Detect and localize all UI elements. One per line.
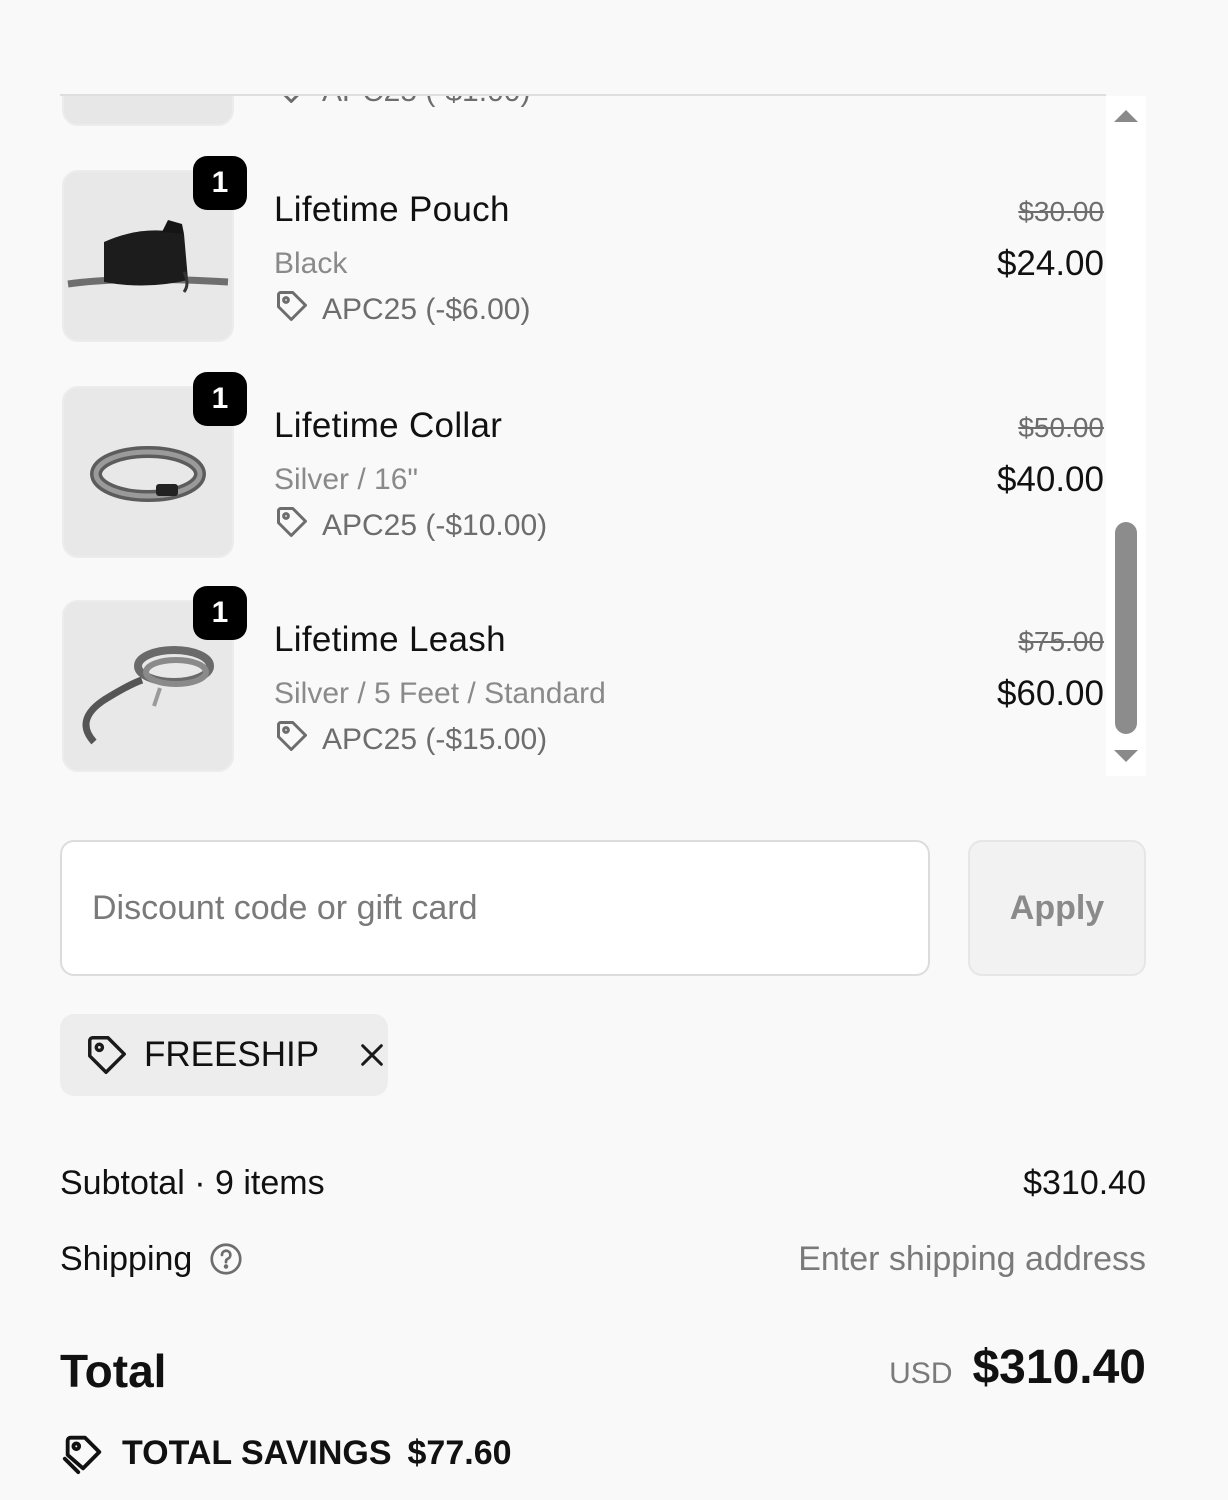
subtotal-row: Subtotal · 9 items $310.40 bbox=[60, 1158, 1146, 1208]
scrollbar-thumb[interactable] bbox=[1115, 522, 1137, 734]
item-name: Lifetime Pouch bbox=[274, 190, 510, 229]
item-price: $24.00 bbox=[996, 244, 1104, 283]
close-icon bbox=[360, 1044, 383, 1066]
total-label: Total bbox=[60, 1345, 167, 1397]
applied-code-label: FREESHIP bbox=[144, 1035, 320, 1074]
total-value-group: USD $310.40 bbox=[889, 1340, 1146, 1395]
subtotal-value: $310.40 bbox=[1023, 1163, 1146, 1202]
cart-item: 1 Lifetime Leash Silver / 5 Feet / Stand… bbox=[0, 586, 1228, 790]
cart-item: 1 Lifetime Collar Silver / 16" APC25 (-$… bbox=[0, 372, 1228, 586]
divider bbox=[60, 94, 1106, 96]
quantity-badge: 1 bbox=[193, 586, 247, 640]
subtotal-label: Subtotal · 9 items bbox=[60, 1163, 325, 1202]
item-discount: APC25 (-$10.00) bbox=[274, 506, 547, 546]
quantity-badge: 1 bbox=[193, 372, 247, 426]
currency-code: USD bbox=[889, 1357, 953, 1390]
total-value: $310.40 bbox=[972, 1341, 1146, 1394]
original-price: $75.00 bbox=[1018, 626, 1104, 657]
apply-button[interactable]: Apply bbox=[968, 840, 1146, 976]
item-price: $60.00 bbox=[996, 674, 1104, 713]
item-discount-label: APC25 (-$15.00) bbox=[322, 723, 548, 756]
item-discount: APC25 (-$6.00) bbox=[274, 290, 530, 330]
scrollbar[interactable] bbox=[1106, 96, 1146, 776]
scroll-clip bbox=[0, 0, 1228, 96]
item-price: $40.00 bbox=[996, 460, 1104, 499]
item-variant: Silver / 5 Feet / Standard bbox=[274, 677, 606, 710]
item-name: Lifetime Collar bbox=[274, 406, 503, 445]
discount-code-input[interactable] bbox=[60, 840, 930, 976]
shipping-row: Shipping Enter shipping address bbox=[60, 1234, 1146, 1284]
original-price: $30.00 bbox=[1018, 196, 1104, 227]
tag-icon bbox=[84, 1032, 130, 1078]
cart-items-list[interactable]: APC25 (-$1.00) 1 Lifetime Pouch Black bbox=[0, 0, 1228, 790]
savings-value: $77.60 bbox=[407, 1433, 512, 1472]
shipping-label: Shipping bbox=[60, 1239, 193, 1278]
applied-discount-chip: FREESHIP bbox=[60, 1014, 388, 1096]
quantity-badge: 1 bbox=[193, 156, 247, 210]
tag-icon bbox=[274, 718, 310, 762]
scroll-up-arrow-icon[interactable] bbox=[1114, 110, 1138, 122]
shipping-value: Enter shipping address bbox=[798, 1239, 1146, 1278]
tag-icon bbox=[274, 288, 310, 332]
remove-code-button[interactable] bbox=[355, 1035, 388, 1075]
tag-icon bbox=[274, 504, 310, 548]
savings-label: TOTAL SAVINGS bbox=[122, 1433, 392, 1472]
savings-tag-icon bbox=[60, 1430, 106, 1476]
item-variant: Black bbox=[274, 247, 348, 280]
total-savings: TOTAL SAVINGS $77.60 bbox=[60, 1428, 512, 1478]
item-variant: Silver / 16" bbox=[274, 463, 419, 496]
scroll-down-arrow-icon[interactable] bbox=[1114, 750, 1138, 762]
item-discount-label: APC25 (-$6.00) bbox=[322, 293, 531, 326]
item-name: Lifetime Leash bbox=[274, 620, 506, 659]
original-price: $50.00 bbox=[1018, 412, 1104, 443]
cart-item: 1 Lifetime Pouch Black APC25 (-$6.00) $3… bbox=[0, 156, 1228, 370]
item-discount-label: APC25 (-$10.00) bbox=[322, 509, 548, 542]
help-icon[interactable] bbox=[208, 1241, 244, 1277]
item-discount: APC25 (-$15.00) bbox=[274, 720, 547, 760]
